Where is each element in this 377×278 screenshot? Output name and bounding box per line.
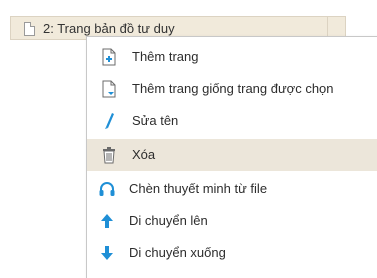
- page-document-icon: [24, 22, 35, 36]
- headphones-icon: [95, 173, 119, 205]
- rename-pen-icon: [97, 105, 121, 137]
- trash-icon: [97, 139, 121, 171]
- menu-item-move-down[interactable]: Di chuyển xuống: [87, 237, 377, 269]
- page-title-label: 2: Trang bản đồ tư duy: [43, 21, 175, 36]
- menu-item-label: Di chuyển xuống: [129, 245, 226, 260]
- context-menu: Thêm trang Thêm trang giống trang được c…: [86, 36, 377, 278]
- add-page-icon: [97, 41, 121, 73]
- menu-item-add-page[interactable]: Thêm trang: [87, 41, 377, 73]
- menu-item-label: Thêm trang giống trang được chọn: [132, 81, 334, 96]
- menu-item-delete[interactable]: Xóa: [87, 139, 377, 171]
- menu-item-insert-narration[interactable]: Chèn thuyết minh từ file: [87, 173, 377, 205]
- menu-item-label: Sửa tên: [132, 113, 179, 128]
- arrow-down-icon: [95, 237, 119, 269]
- menu-item-rename[interactable]: Sửa tên: [87, 105, 377, 137]
- arrow-up-icon: [95, 205, 119, 237]
- menu-item-label: Di chuyển lên: [129, 213, 208, 228]
- duplicate-page-icon: [97, 73, 121, 105]
- menu-item-duplicate-page[interactable]: Thêm trang giống trang được chọn: [87, 73, 377, 105]
- menu-item-label: Xóa: [132, 147, 156, 162]
- menu-item-move-up[interactable]: Di chuyển lên: [87, 205, 377, 237]
- menu-item-label: Thêm trang: [132, 49, 199, 64]
- menu-item-label: Chèn thuyết minh từ file: [129, 181, 268, 196]
